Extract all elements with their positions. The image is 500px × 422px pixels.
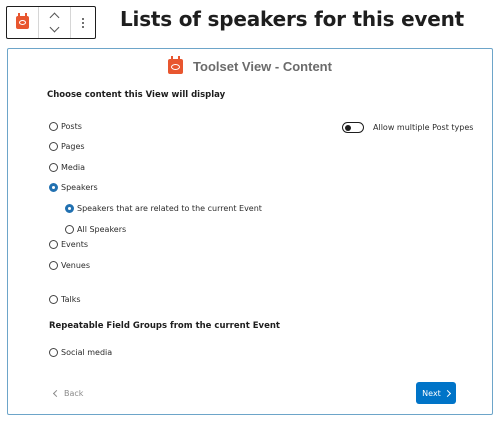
radio-button[interactable]: [49, 348, 58, 357]
radio-label: Events: [61, 240, 89, 249]
next-label: Next: [422, 388, 441, 398]
chevron-left-icon: [52, 389, 61, 398]
radio-label: All Speakers: [77, 225, 127, 234]
radio-button[interactable]: [49, 261, 58, 270]
radio-label: Media: [61, 163, 86, 172]
radio-option-events[interactable]: Events: [49, 240, 88, 249]
radio-label: Posts: [61, 122, 82, 131]
block-type-button[interactable]: [7, 7, 39, 38]
radio-option-talks[interactable]: Talks: [49, 295, 81, 304]
radio-option-media[interactable]: Media: [49, 163, 85, 172]
chevron-down-icon: [49, 22, 60, 33]
toggle-label: Allow multiple Post types: [373, 123, 474, 132]
radio-option-posts[interactable]: Posts: [49, 122, 82, 131]
chevron-up-icon: [49, 12, 60, 23]
radio-option-venues[interactable]: Venues: [49, 261, 90, 270]
radio-option-social-media[interactable]: Social media: [49, 348, 112, 357]
radio-button[interactable]: [65, 225, 74, 234]
radio-button[interactable]: [49, 240, 58, 249]
next-button[interactable]: Next: [416, 382, 456, 404]
back-button[interactable]: Back: [52, 389, 84, 398]
block-toolbar: [6, 6, 96, 39]
more-vertical-icon: [82, 17, 84, 28]
multiple-post-types-toggle[interactable]: [342, 122, 364, 133]
radio-button-checked[interactable]: [49, 183, 58, 192]
more-options-button[interactable]: [71, 7, 95, 38]
back-label: Back: [64, 389, 84, 398]
panel-header: Toolset View - Content: [8, 56, 492, 74]
multiple-post-types-toggle-wrap[interactable]: Allow multiple Post types: [342, 122, 473, 133]
chevron-right-icon: [443, 389, 451, 397]
radio-label: Talks: [61, 295, 81, 304]
view-content-panel: Toolset View - Content Choose content th…: [7, 48, 493, 415]
radio-button-checked[interactable]: [65, 204, 74, 213]
toolset-view-icon: [168, 56, 184, 74]
radio-label: Pages: [61, 142, 85, 151]
radio-sub-option-all-speakers[interactable]: All Speakers: [65, 225, 126, 234]
radio-sub-option-related-speakers[interactable]: Speakers that are related to the current…: [65, 204, 262, 213]
radio-button[interactable]: [49, 295, 58, 304]
panel-title: Toolset View - Content: [193, 59, 332, 74]
radio-label: Venues: [61, 261, 91, 270]
radio-option-pages[interactable]: Pages: [49, 142, 85, 151]
toolset-view-icon: [16, 13, 29, 29]
radio-label: Social media: [61, 348, 113, 357]
radio-label: Speakers: [61, 183, 98, 192]
radio-label: Speakers that are related to the current…: [77, 204, 262, 213]
radio-button[interactable]: [49, 163, 58, 172]
block-title[interactable]: Lists of speakers for this event: [120, 7, 464, 31]
radio-button[interactable]: [49, 122, 58, 131]
repeatable-field-groups-label: Repeatable Field Groups from the current…: [49, 321, 280, 331]
move-block-button[interactable]: [39, 7, 71, 38]
radio-option-speakers[interactable]: Speakers: [49, 183, 98, 192]
radio-button[interactable]: [49, 142, 58, 151]
choose-content-label: Choose content this View will display: [47, 90, 226, 100]
